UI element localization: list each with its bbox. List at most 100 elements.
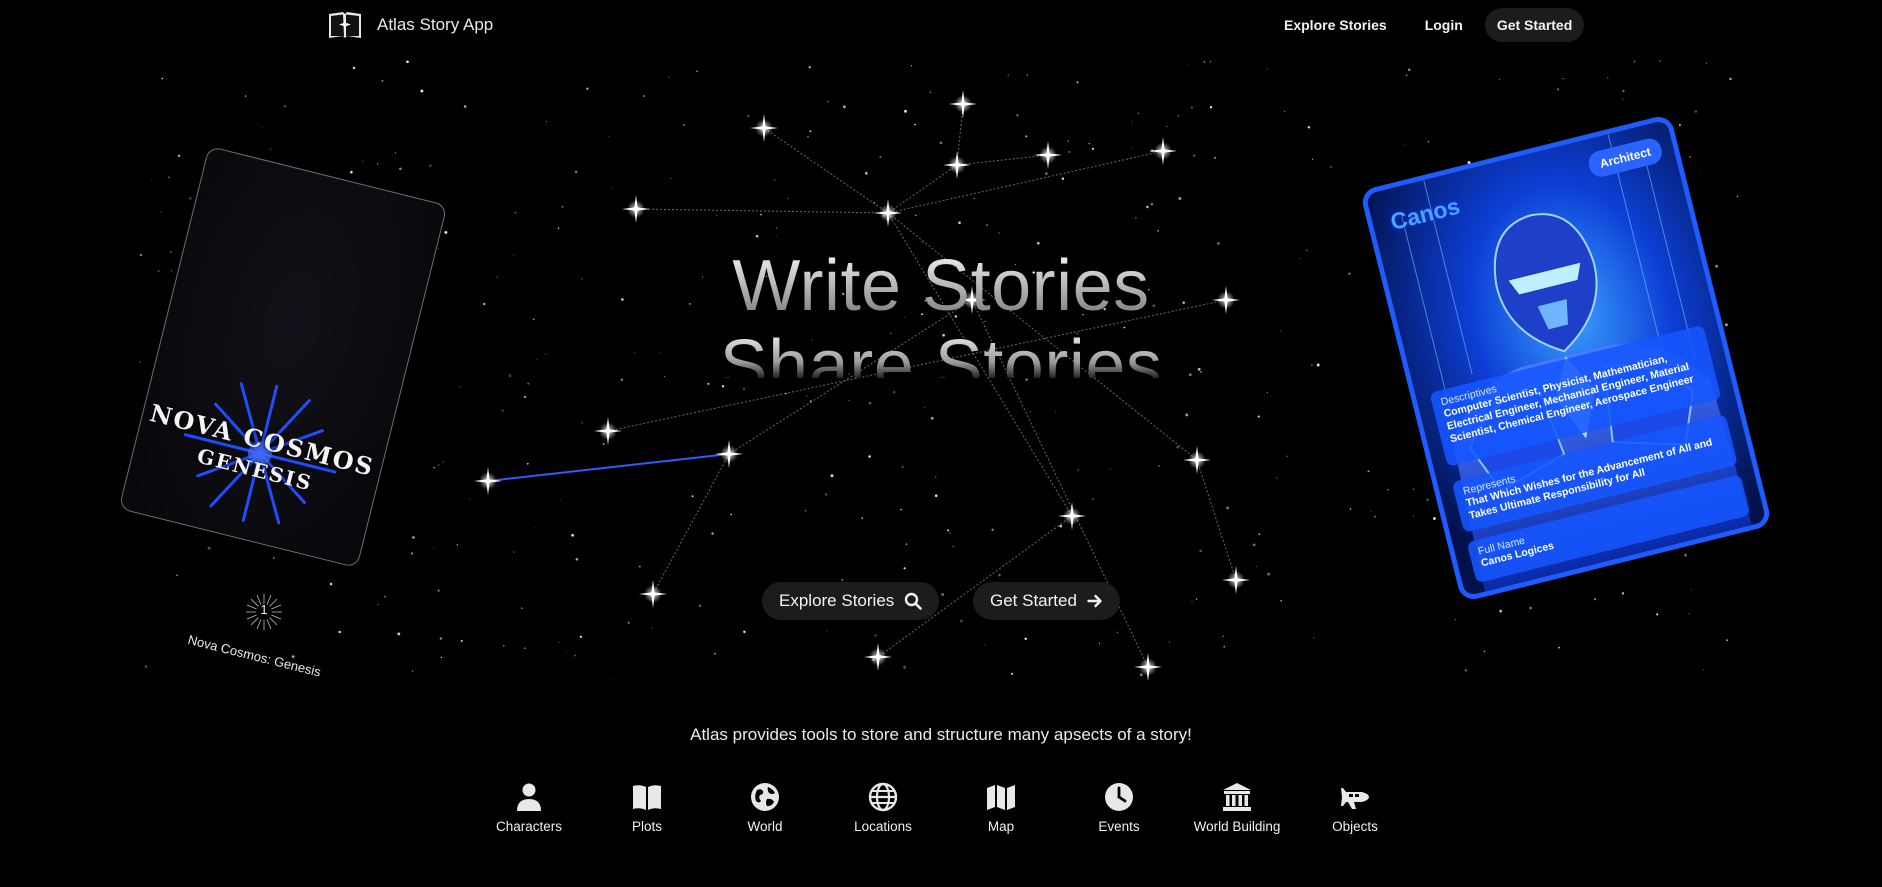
star-dot (338, 630, 341, 634)
star-dot (169, 251, 172, 254)
star-dot (439, 637, 442, 640)
star-dot (1255, 565, 1258, 567)
star-dot (1280, 330, 1282, 332)
star-dot (1011, 672, 1014, 675)
star-dot (775, 235, 777, 237)
star-dot (670, 178, 672, 180)
star-dot (579, 635, 583, 638)
star-dot (574, 654, 576, 657)
feature-world[interactable]: World (706, 782, 824, 834)
bright-star (594, 417, 622, 445)
star-dot (139, 361, 142, 363)
star-dot (1316, 363, 1320, 367)
constellation-highlight-line (487, 453, 730, 482)
star-dot (1045, 172, 1048, 175)
star-dot (571, 533, 574, 537)
star-dot (1656, 613, 1659, 616)
star-dot (437, 589, 440, 592)
star-dot (261, 127, 263, 129)
search-icon (905, 592, 923, 610)
feature-events[interactable]: Events (1060, 782, 1178, 834)
bright-star (1183, 446, 1211, 474)
star-dot (412, 536, 415, 539)
feature-plots[interactable]: Plots (588, 782, 706, 834)
star-dot (1158, 465, 1160, 467)
star-dot (691, 495, 694, 498)
nav-login[interactable]: Login (1413, 17, 1475, 33)
star-dot (352, 66, 356, 70)
bright-star (1058, 502, 1086, 530)
feature-map[interactable]: Map (942, 782, 1060, 834)
star-dot (1146, 205, 1149, 209)
feature-characters[interactable]: Characters (470, 782, 588, 834)
star-dot (730, 513, 733, 516)
star-dot (350, 170, 353, 174)
constellation-line (887, 150, 1164, 214)
star-dot (698, 604, 702, 608)
star-dot (399, 167, 402, 171)
star-dot (581, 277, 583, 280)
star-dot (1190, 106, 1193, 109)
star-dot (826, 630, 828, 632)
star-dot (1059, 524, 1063, 528)
star-dot (1150, 202, 1154, 206)
star-dot (612, 186, 614, 188)
star-dot (566, 652, 568, 654)
star-dot (807, 136, 809, 138)
star-dot (1412, 515, 1414, 517)
star-dot (1688, 155, 1691, 158)
explore-stories-button[interactable]: Explore Stories (762, 582, 940, 620)
star-dot (824, 493, 828, 496)
star-dot (714, 652, 716, 655)
star-dot (1621, 592, 1625, 595)
star-dot (1606, 77, 1609, 79)
star-dot (513, 254, 515, 257)
star-dot (901, 465, 904, 468)
get-started-button[interactable]: Get Started (973, 582, 1120, 620)
feature-objects[interactable]: Objects (1296, 782, 1414, 834)
constellation-line (763, 127, 889, 214)
star-dot (1257, 415, 1260, 418)
star-dot (397, 632, 401, 636)
star-dot (1313, 637, 1315, 639)
star-dot (381, 79, 384, 82)
star-dot (160, 211, 163, 213)
star-dot (861, 517, 863, 519)
feature-label: Plots (631, 819, 662, 834)
nav-explore-stories[interactable]: Explore Stories (1272, 17, 1399, 33)
star-dot (534, 527, 536, 529)
star-dot (1690, 589, 1692, 591)
feature-label: Locations (854, 819, 912, 834)
star-dot (1407, 68, 1411, 72)
person-icon (517, 783, 541, 811)
star-dot (1483, 650, 1486, 653)
star-dot (608, 136, 610, 138)
star-dot (984, 644, 986, 646)
star-dot (523, 395, 527, 399)
star-dot (910, 65, 913, 67)
star-dot (377, 604, 379, 606)
landing-page: Atlas Story App Explore Stories Login Ge… (0, 0, 1882, 887)
star-dot (1116, 631, 1118, 633)
feature-world-building[interactable]: World Building (1178, 782, 1296, 834)
bright-star (943, 151, 971, 179)
star-dot (806, 395, 808, 397)
star-dot (707, 382, 710, 385)
star-dot (747, 115, 750, 118)
star-dot (1025, 135, 1028, 138)
star-dot (508, 374, 512, 378)
nav-get-started-button[interactable]: Get Started (1484, 8, 1585, 42)
star-dot (958, 221, 961, 225)
brand-name: Atlas Story App (377, 15, 494, 34)
star-dot (546, 120, 547, 122)
star-dot (715, 214, 718, 217)
brand[interactable]: Atlas Story App (327, 8, 493, 42)
arrow-right-icon (1087, 594, 1102, 608)
feature-label: Events (1098, 819, 1140, 834)
star-dot (952, 545, 954, 547)
star-dot (520, 607, 523, 610)
star-dot (1370, 510, 1373, 512)
explore-stories-label: Explore Stories (779, 591, 895, 610)
feature-locations[interactable]: Locations (824, 782, 942, 834)
feature-label: Map (987, 819, 1015, 834)
